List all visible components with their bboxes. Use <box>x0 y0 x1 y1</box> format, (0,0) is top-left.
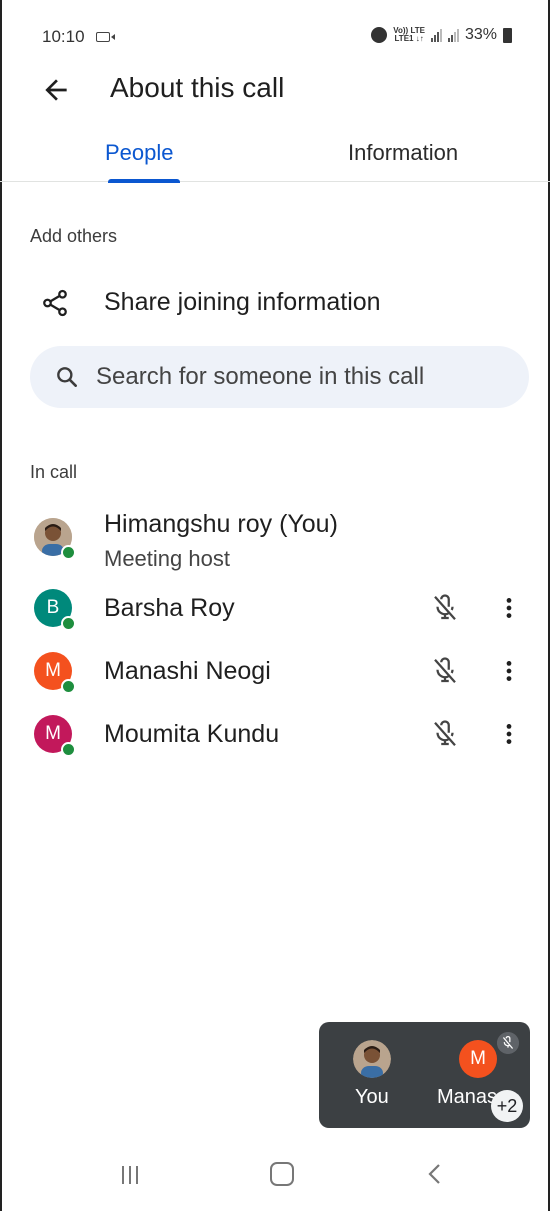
floating-call-preview[interactable]: You M Manas +2 <box>319 1022 530 1128</box>
avatar-initial: B <box>46 597 60 618</box>
more-participants-badge: +2 <box>491 1090 523 1122</box>
participant-role: Meeting host <box>104 546 230 571</box>
mic-off-icon <box>434 657 456 683</box>
nav-back-icon[interactable] <box>424 1162 446 1186</box>
participant-row[interactable]: B Barsha Roy <box>0 584 550 640</box>
more-vert-icon[interactable] <box>496 656 522 686</box>
avatar: M <box>34 715 76 757</box>
avatar-initial: M <box>45 723 61 744</box>
screen-record-icon <box>96 32 115 42</box>
home-icon[interactable] <box>270 1162 294 1186</box>
self-tile-label: You <box>355 1086 389 1108</box>
participant-name: Manashi Neogi <box>104 657 271 685</box>
mic-off-icon <box>434 594 456 620</box>
participant-row[interactable]: Himangshu roy (You) Meeting host <box>0 506 550 571</box>
add-others-heading: Add others <box>30 226 118 246</box>
avatar <box>34 518 76 560</box>
tab-information[interactable]: Information <box>348 140 458 166</box>
online-status-dot <box>61 545 76 560</box>
status-icons: Vo)) LTE LTE1 ↓↑ 33% <box>371 26 512 44</box>
mic-off-icon <box>434 720 456 746</box>
share-joining-info-label: Share joining information <box>104 288 381 316</box>
share-icon <box>43 289 67 317</box>
participant-name: Barsha Roy <box>104 594 235 622</box>
self-avatar <box>353 1040 391 1078</box>
signal-1-icon <box>430 28 442 42</box>
avatar: M <box>34 652 76 694</box>
participant-tile-label: Manas <box>437 1086 497 1108</box>
in-call-heading: In call <box>30 462 78 482</box>
avatar: B <box>34 589 76 631</box>
tab-people[interactable]: People <box>105 140 174 166</box>
participant-avatar: M <box>459 1040 497 1078</box>
mic-off-icon <box>497 1032 519 1054</box>
share-joining-info-button[interactable]: Share joining information <box>0 280 550 328</box>
status-time: 10:10 <box>42 27 85 46</box>
battery-percent: 33% <box>464 26 497 43</box>
participant-name: Moumita Kundu <box>104 720 280 748</box>
app-bar: About this call <box>0 62 550 118</box>
status-bar: 10:10 Vo)) LTE LTE1 ↓↑ 33% <box>0 22 550 52</box>
search-bar[interactable] <box>30 346 529 408</box>
avatar-initial: M <box>470 1048 486 1069</box>
arrow-back-icon[interactable] <box>40 74 72 106</box>
tab-bar: People Information <box>0 130 550 183</box>
battery-icon <box>503 27 512 43</box>
online-status-dot <box>61 742 76 757</box>
page-title: About this call <box>110 72 285 103</box>
network-label: Vo)) LTE LTE1 ↓↑ <box>393 27 425 43</box>
more-vert-icon[interactable] <box>496 719 522 749</box>
recents-icon[interactable] <box>118 1164 142 1186</box>
system-nav-bar <box>0 1150 550 1200</box>
search-icon <box>57 367 77 387</box>
avatar-initial: M <box>45 660 61 681</box>
signal-2-icon <box>447 28 459 42</box>
more-vert-icon[interactable] <box>496 593 522 623</box>
participant-row[interactable]: M Manashi Neogi <box>0 647 550 703</box>
network-label-bottom: LTE1 ↓↑ <box>394 34 424 43</box>
alarm-icon <box>371 27 388 43</box>
tab-indicator <box>108 179 180 183</box>
participant-name: Himangshu roy (You) <box>104 510 338 538</box>
participant-row[interactable]: M Moumita Kundu <box>0 710 550 766</box>
search-input[interactable] <box>96 346 506 408</box>
online-status-dot <box>61 679 76 694</box>
online-status-dot <box>61 616 76 631</box>
